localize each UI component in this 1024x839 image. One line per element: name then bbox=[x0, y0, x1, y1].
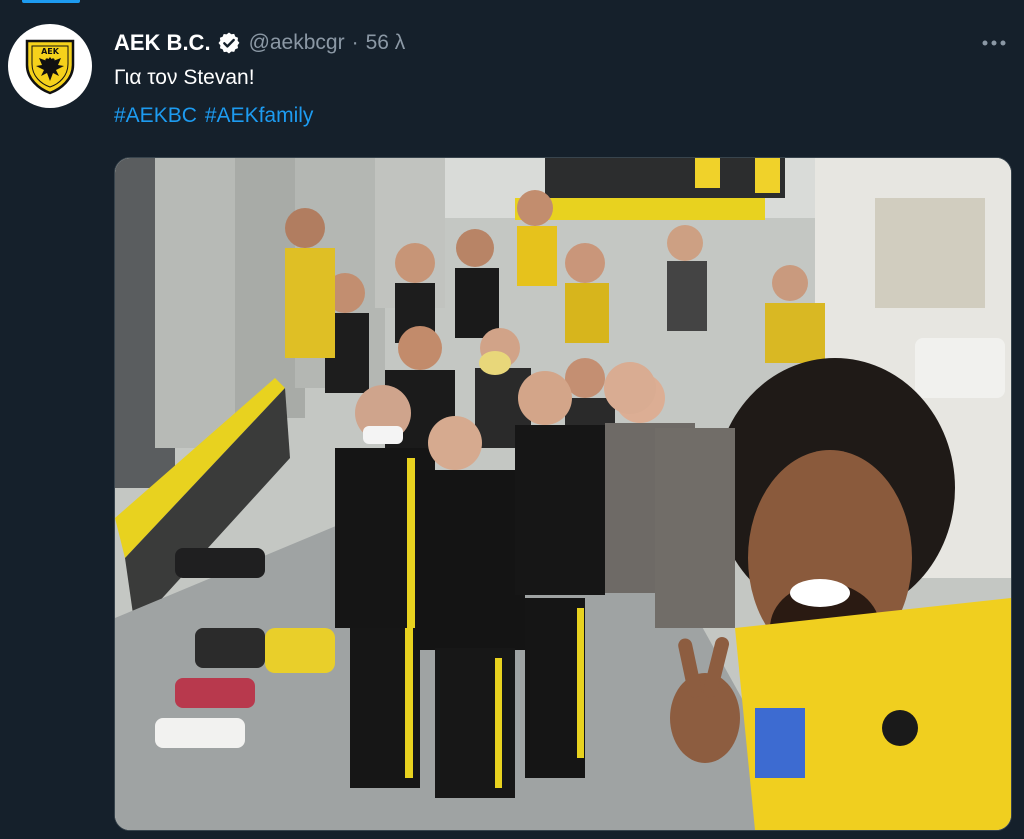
verified-badge-icon bbox=[217, 31, 241, 55]
more-options-icon[interactable] bbox=[976, 30, 1012, 56]
hashtag-link[interactable]: #AEKBC bbox=[114, 104, 197, 127]
avatar[interactable]: ΑΕΚ bbox=[8, 24, 92, 108]
locker-room-selfie-photo bbox=[115, 158, 1011, 830]
tweet-header: AEK B.C. @aekbcgr · 56 λ bbox=[114, 30, 405, 56]
tweet[interactable]: ΑΕΚ AEK B.C. @aekbcgr · 56 λ Για τον Ste… bbox=[0, 0, 1024, 839]
tweet-photo[interactable] bbox=[114, 157, 1012, 831]
handle[interactable]: @aekbcgr bbox=[249, 31, 345, 55]
display-name[interactable]: AEK B.C. bbox=[114, 30, 211, 56]
svg-text:ΑΕΚ: ΑΕΚ bbox=[41, 47, 60, 56]
hashtags: #AEKBC #AEKfamily bbox=[114, 104, 321, 128]
separator-dot: · bbox=[351, 31, 359, 54]
tweet-text: Για τον Stevan! bbox=[114, 66, 255, 89]
hashtag-link[interactable]: #AEKfamily bbox=[205, 104, 314, 127]
timestamp[interactable]: 56 λ bbox=[366, 31, 406, 55]
aek-crest-icon: ΑΕΚ bbox=[25, 39, 75, 95]
